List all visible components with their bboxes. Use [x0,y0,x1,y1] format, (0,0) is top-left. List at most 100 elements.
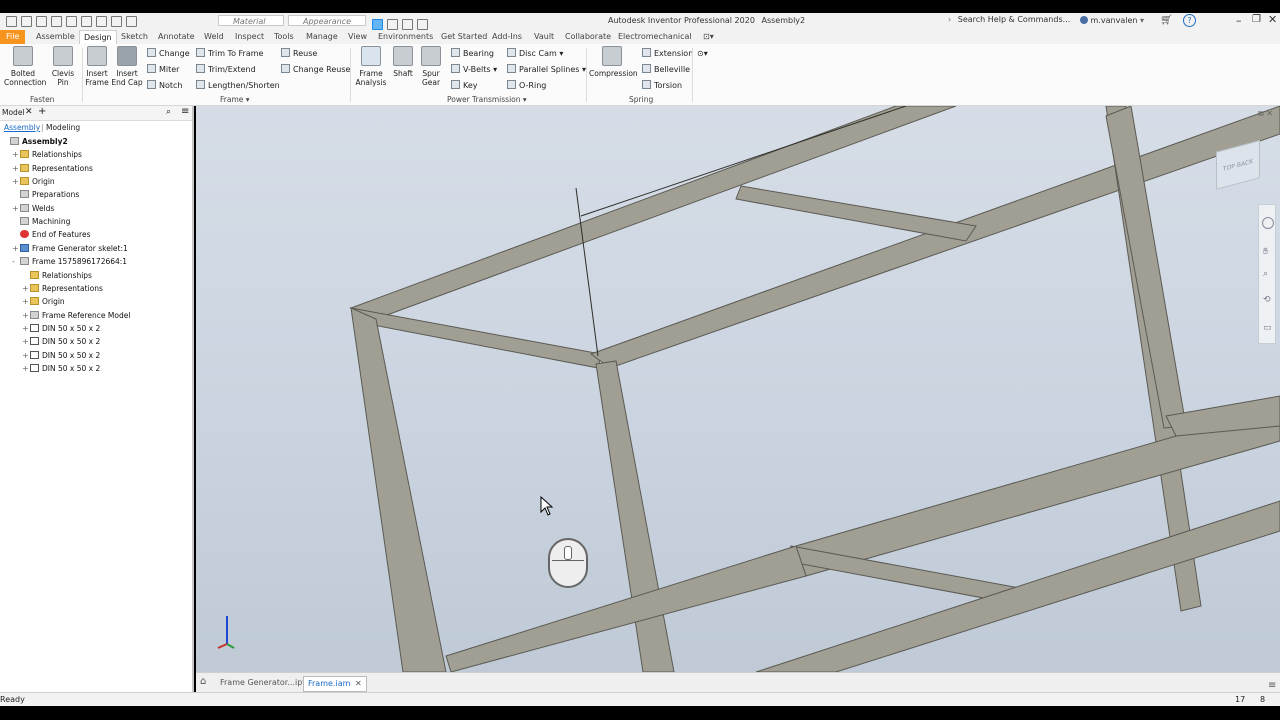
search-help-box[interactable]: › Search Help & Commands... [948,14,1078,27]
tab-annotate[interactable]: Annotate [158,30,195,44]
tree-node[interactable]: + Representations [12,162,93,175]
subtab-modeling[interactable]: Modeling [46,123,80,132]
expand-icon[interactable]: + [12,202,20,215]
undo-icon[interactable] [51,16,62,27]
belleville-button[interactable]: Belleville [642,63,690,76]
expand-icon[interactable]: + [12,148,20,161]
notch-button[interactable]: Notch [147,79,182,92]
tab-manage[interactable]: Manage [306,30,338,44]
tree-node[interactable]: + Origin [22,295,65,308]
close-icon[interactable]: ✕ [1268,13,1277,26]
tree-node[interactable]: + Frame Generator skelet:1 [12,242,128,255]
measure-icon[interactable] [126,16,137,27]
clevis-pin-button[interactable]: Clevis Pin [48,46,78,87]
ribbon-custom-menu-button[interactable]: ⊙▾ [697,47,708,60]
expand-icon[interactable]: + [22,349,30,362]
close-tab-icon[interactable]: ✕ [355,679,362,688]
search-icon[interactable]: ⌕ [166,107,171,117]
save-icon[interactable] [36,16,47,27]
parallel-splines-button[interactable]: Parallel Splines ▾ [507,63,586,76]
lengthen-shorten-button[interactable]: Lengthen/Shorten [196,79,280,92]
help-icon[interactable]: ? [1183,14,1196,27]
trim-extend-button[interactable]: Trim/Extend [196,63,256,76]
tab-environments[interactable]: Environments [378,30,433,44]
orbit-icon[interactable]: ⟲ [1263,295,1271,305]
tab-electromechanical[interactable]: Electromechanical [618,30,692,44]
tree-node[interactable]: + Origin [12,175,55,188]
close-browser-icon[interactable]: ✕ [25,107,33,117]
tab-vault[interactable]: Vault [534,30,554,44]
tab-view[interactable]: View [348,30,367,44]
cart-icon[interactable]: 🛒︎ [1160,15,1173,26]
frame-analysis-button[interactable]: Frame Analysis [354,46,388,87]
zoom-icon[interactable]: ⌕ [1263,269,1268,279]
collapse-icon[interactable]: - [12,255,20,268]
tab-sketch[interactable]: Sketch [121,30,148,44]
menu-icon[interactable]: ≡ [1268,679,1276,692]
expand-icon[interactable]: + [22,282,30,295]
torsion-button[interactable]: Torsion [642,79,682,92]
restore-icon[interactable]: ❐ [1252,14,1261,25]
expand-icon[interactable]: + [12,162,20,175]
doc-tab-frame-generator[interactable]: Frame Generator...ipt [220,676,305,690]
tree-node[interactable]: + Welds [12,202,54,215]
expand-icon[interactable]: + [12,242,20,255]
o-ring-button[interactable]: O-Ring [507,79,546,92]
tree-node[interactable]: + Frame Reference Model [22,309,130,322]
tab-inspect[interactable]: Inspect [235,30,264,44]
expand-icon[interactable]: + [22,362,30,375]
minimize-icon[interactable]: – [1236,14,1242,27]
v-belts-button[interactable]: V-Belts ▾ [451,63,497,76]
color-override-icon[interactable] [372,19,383,30]
add-browser-icon[interactable]: + [38,106,46,117]
tab-collaborate[interactable]: Collaborate [565,30,611,44]
viewport-restore-icon[interactable]: ⧉ ✕ [1258,109,1273,119]
tree-node[interactable]: + Representations [22,282,103,295]
insert-frame-button[interactable]: Insert Frame [84,46,110,87]
expand-icon[interactable]: + [22,335,30,348]
parameters-icon[interactable] [417,19,428,30]
tab-design[interactable]: Design [79,30,117,44]
shaft-button[interactable]: Shaft [390,46,416,78]
change-reuse-button[interactable]: Change Reuse [281,63,350,76]
tab-assemble[interactable]: Assemble [36,30,75,44]
tab-get-started[interactable]: Get Started [441,30,487,44]
update-icon[interactable] [111,16,122,27]
redo-icon[interactable] [66,16,77,27]
material-combo[interactable]: Material [218,15,284,26]
panel-label-frame[interactable]: Frame ▾ [220,95,250,104]
subtab-assembly[interactable]: Assembly [4,123,40,132]
ribbon-options-icon[interactable]: ⊡▾ [703,30,714,44]
appearance-combo[interactable]: Appearance [288,15,366,26]
tree-node[interactable]: - Frame 1575896172664:1 [12,255,127,268]
expand-icon[interactable]: + [22,322,30,335]
adjust-icon[interactable] [387,19,398,30]
reuse-button[interactable]: Reuse [281,47,317,60]
open-icon[interactable] [21,16,32,27]
tree-node[interactable]: + Relationships [12,148,82,161]
tree-node[interactable]: Relationships [22,269,92,282]
steering-wheel-icon[interactable] [1262,217,1274,229]
disc-cam-button[interactable]: Disc Cam ▾ [507,47,563,60]
frame-model-graphics[interactable] [196,106,1280,672]
miter-button[interactable]: Miter [147,63,179,76]
graphics-viewport[interactable]: TOP BACK ✋︎ ⌕ ⟲ ▭ ⧉ ✕ [196,106,1280,672]
clear-icon[interactable] [402,19,413,30]
doc-tab-frame[interactable]: Frame.iam ✕ [303,676,367,692]
user-menu[interactable]: m.vanvalen ▾ [1080,13,1144,30]
tree-node[interactable]: Preparations [12,188,79,201]
compression-button[interactable]: Compression [589,46,638,78]
menu-icon[interactable]: ≡ [181,106,189,117]
tab-weld[interactable]: Weld [204,30,224,44]
bearing-button[interactable]: Bearing [451,47,494,60]
expand-icon[interactable]: + [22,309,30,322]
expand-icon[interactable]: + [12,175,20,188]
tree-node[interactable]: End of Features [12,228,91,241]
expand-icon[interactable]: + [22,295,30,308]
tree-node[interactable]: + DIN 50 x 50 x 2 [22,335,100,348]
trim-to-frame-button[interactable]: Trim To Frame [196,47,263,60]
panel-label-power-transmission[interactable]: Power Transmission ▾ [447,95,527,104]
change-button[interactable]: Change [147,47,190,60]
tree-node[interactable]: Assembly2 [2,135,68,148]
tree-node[interactable]: + DIN 50 x 50 x 2 [22,349,100,362]
